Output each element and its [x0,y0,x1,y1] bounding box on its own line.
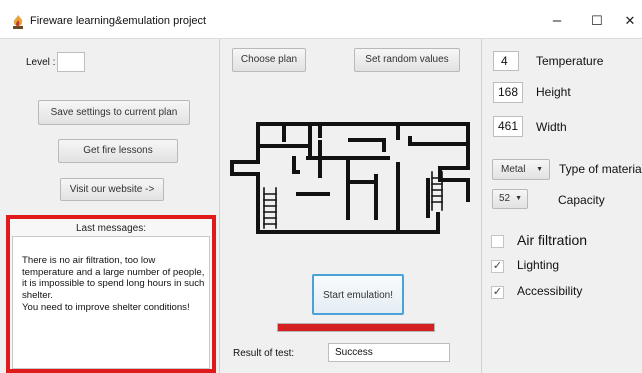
get-fire-lessons-button[interactable]: Get fire lessons [58,139,178,163]
temperature-input[interactable]: 4 [493,51,519,71]
set-random-values-button[interactable]: Set random values [354,48,460,72]
panel-divider-right [481,39,482,373]
minimize-button[interactable]: – [545,10,569,32]
material-select-value: Metal [501,164,526,175]
accessibility-checkbox[interactable]: ✓ [491,286,504,299]
result-label: Result of test: [233,348,295,359]
panel-divider-left [219,39,220,373]
lighting-checkbox[interactable]: ✓ [491,260,504,273]
maximize-button[interactable]: ☐ [585,10,609,32]
chevron-down-icon: ▼ [515,195,522,202]
choose-plan-button[interactable]: Choose plan [232,48,306,72]
width-input[interactable]: 461 [493,116,523,137]
capacity-select[interactable]: 52 ▼ [492,189,528,209]
width-label: Width [536,120,567,134]
air-filtration-label: Air filtration [517,232,588,248]
start-emulation-button[interactable]: Start emulation! [312,274,404,315]
emulation-progress-bar [277,323,435,332]
floor-plan [230,122,470,234]
chevron-down-icon: ▼ [536,166,543,173]
capacity-select-value: 52 [499,193,511,204]
height-input[interactable]: 168 [493,82,523,103]
lighting-label: Lighting [517,258,560,272]
accessibility-label: Accessibility [517,284,583,298]
temperature-label: Temperature [536,54,604,68]
material-label: Type of materia [559,162,642,176]
last-messages-title: Last messages: [75,223,147,234]
level-label: Level : [26,57,56,68]
close-button[interactable]: ✕ [618,10,642,32]
capacity-label: Capacity [558,193,605,207]
window-title: Fireware learning&emulation project [30,15,207,27]
messages-text: There is no air filtration, too low temp… [22,255,205,313]
visit-website-button[interactable]: Visit our website -> [60,178,164,201]
air-filtration-checkbox[interactable] [491,235,504,248]
height-label: Height [536,85,571,99]
level-input[interactable] [57,52,85,72]
material-select[interactable]: Metal ▼ [492,159,550,180]
result-field[interactable]: Success [328,343,450,362]
emulation-progress-fill [278,324,434,331]
app-icon [13,15,23,29]
save-settings-button[interactable]: Save settings to current plan [38,100,190,125]
